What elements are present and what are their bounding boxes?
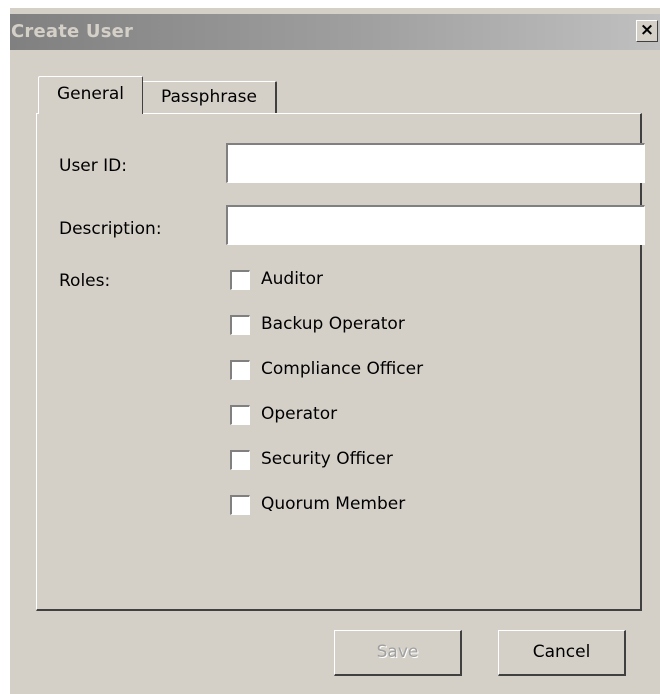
user-id-field[interactable] (226, 143, 645, 183)
cancel-button[interactable]: Cancel (498, 630, 626, 676)
tab-passphrase[interactable]: Passphrase (143, 81, 277, 113)
role-operator-checkbox[interactable] (230, 405, 250, 425)
role-security-officer-label[interactable]: Security Officer (261, 448, 393, 470)
tab-general-label: General (57, 84, 124, 104)
close-icon: × (639, 20, 655, 40)
role-quorum-member-label[interactable]: Quorum Member (261, 493, 405, 515)
tab-general[interactable]: General (38, 76, 143, 114)
role-compliance-officer-label[interactable]: Compliance Officer (261, 358, 423, 380)
save-button[interactable]: Save (334, 630, 462, 676)
role-auditor-label[interactable]: Auditor (261, 268, 323, 290)
role-backup-operator-label[interactable]: Backup Operator (261, 313, 405, 335)
close-button[interactable]: × (636, 20, 658, 42)
roles-label: Roles: (59, 271, 111, 291)
save-button-label: Save (376, 642, 419, 662)
title-bar[interactable]: Create User × (10, 14, 660, 50)
general-tab-panel: User ID: Description: Roles: Auditor Bac… (36, 113, 645, 611)
description-label: Description: (59, 219, 162, 239)
create-user-dialog: Create User × General Passphrase User ID… (10, 8, 660, 694)
window-title: Create User (11, 21, 134, 42)
role-quorum-member-checkbox[interactable] (230, 495, 250, 515)
description-field[interactable] (226, 205, 645, 245)
role-auditor-checkbox[interactable] (230, 270, 250, 290)
cancel-button-label: Cancel (532, 642, 591, 662)
role-operator-label[interactable]: Operator (261, 403, 337, 425)
role-backup-operator-checkbox[interactable] (230, 315, 250, 335)
tab-passphrase-label: Passphrase (161, 87, 257, 107)
role-security-officer-checkbox[interactable] (230, 450, 250, 470)
user-id-label: User ID: (59, 156, 127, 176)
role-compliance-officer-checkbox[interactable] (230, 360, 250, 380)
